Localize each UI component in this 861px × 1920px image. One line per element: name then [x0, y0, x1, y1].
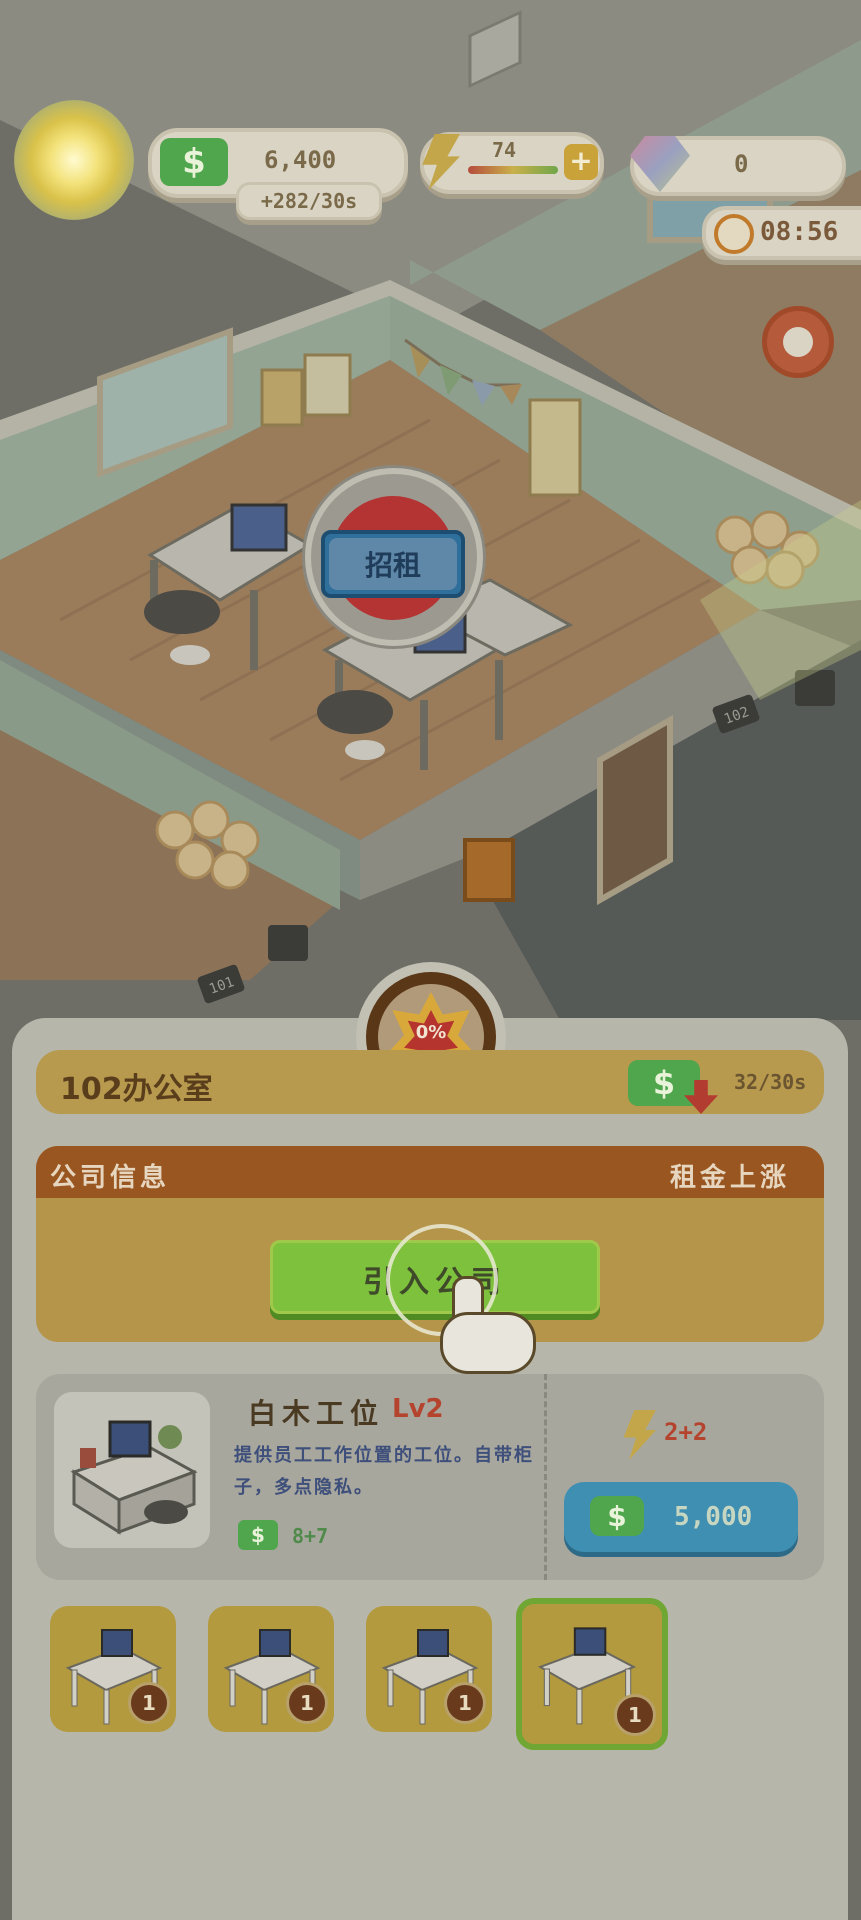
buy-cash-icon: $	[590, 1496, 644, 1536]
timer-badge: 08:56	[702, 206, 861, 260]
desk-icon	[70, 1420, 198, 1535]
buy-item-button[interactable]: $ 5,000	[564, 1482, 798, 1552]
slot-count-badge: 1	[286, 1682, 328, 1724]
income-rate: 32/30s	[734, 1070, 807, 1094]
gems-value: 0	[734, 150, 749, 178]
item-income: 8+7	[292, 1524, 329, 1548]
energy-counter[interactable]: 74 +	[420, 132, 604, 194]
timer-value: 08:56	[760, 217, 839, 247]
cash-rate-badge: +282/30s	[236, 182, 382, 220]
cash-value: 6,400	[264, 146, 337, 174]
energy-plus-button[interactable]: +	[564, 144, 598, 180]
item-divider	[544, 1374, 547, 1580]
company-info-label: 公司信息	[50, 1163, 171, 1193]
energy-value: 74	[492, 138, 517, 162]
room-title-bar: 102办公室 $ 32/30s	[36, 1050, 824, 1114]
slot-count-badge: 1	[614, 1694, 656, 1736]
desk-slot[interactable]: 1	[366, 1606, 492, 1732]
gems-counter[interactable]: 0	[630, 136, 846, 196]
desk-slot[interactable]: 1	[208, 1606, 334, 1732]
rent-sign-button[interactable]: 招租	[305, 468, 483, 646]
cash-rate: +282/30s	[260, 189, 358, 213]
rent-sign-label: 招租	[364, 549, 421, 582]
company-info-header: 公司信息 租金上涨	[36, 1146, 824, 1198]
pointing-hand-icon	[430, 1276, 536, 1376]
desk-slot-selected[interactable]: 1	[516, 1598, 668, 1750]
workstation-image	[54, 1392, 210, 1548]
sun-level-icon[interactable]	[14, 100, 134, 220]
item-level: Lv2	[392, 1394, 444, 1424]
buy-cost: 5,000	[674, 1502, 753, 1532]
item-energy-bolt-icon	[623, 1410, 656, 1460]
rent-rise-label: 租金上涨	[670, 1163, 791, 1193]
item-description: 提供员工工作位置的工位。自带柜子，多点隐私。	[234, 1445, 534, 1498]
progress-percent: 0%	[415, 1022, 447, 1043]
item-card: 白木工位 Lv2 提供员工工作位置的工位。自带柜子，多点隐私。 $ 8+7 2+…	[36, 1374, 824, 1580]
item-name: 白木工位	[248, 1397, 385, 1430]
energy-bar	[468, 166, 558, 174]
gear-icon	[783, 327, 813, 357]
item-income-cash-icon: $	[238, 1520, 278, 1550]
gem-icon	[630, 136, 690, 192]
cash-icon: $	[160, 138, 228, 186]
clock-icon	[714, 214, 754, 254]
room-title: 102办公室	[60, 1072, 213, 1107]
settings-gear-button[interactable]	[762, 306, 834, 378]
slot-count-badge: 1	[128, 1682, 170, 1724]
item-energy: 2+2	[664, 1418, 708, 1446]
desk-slot[interactable]: 1	[50, 1606, 176, 1732]
slot-count-badge: 1	[444, 1682, 486, 1724]
